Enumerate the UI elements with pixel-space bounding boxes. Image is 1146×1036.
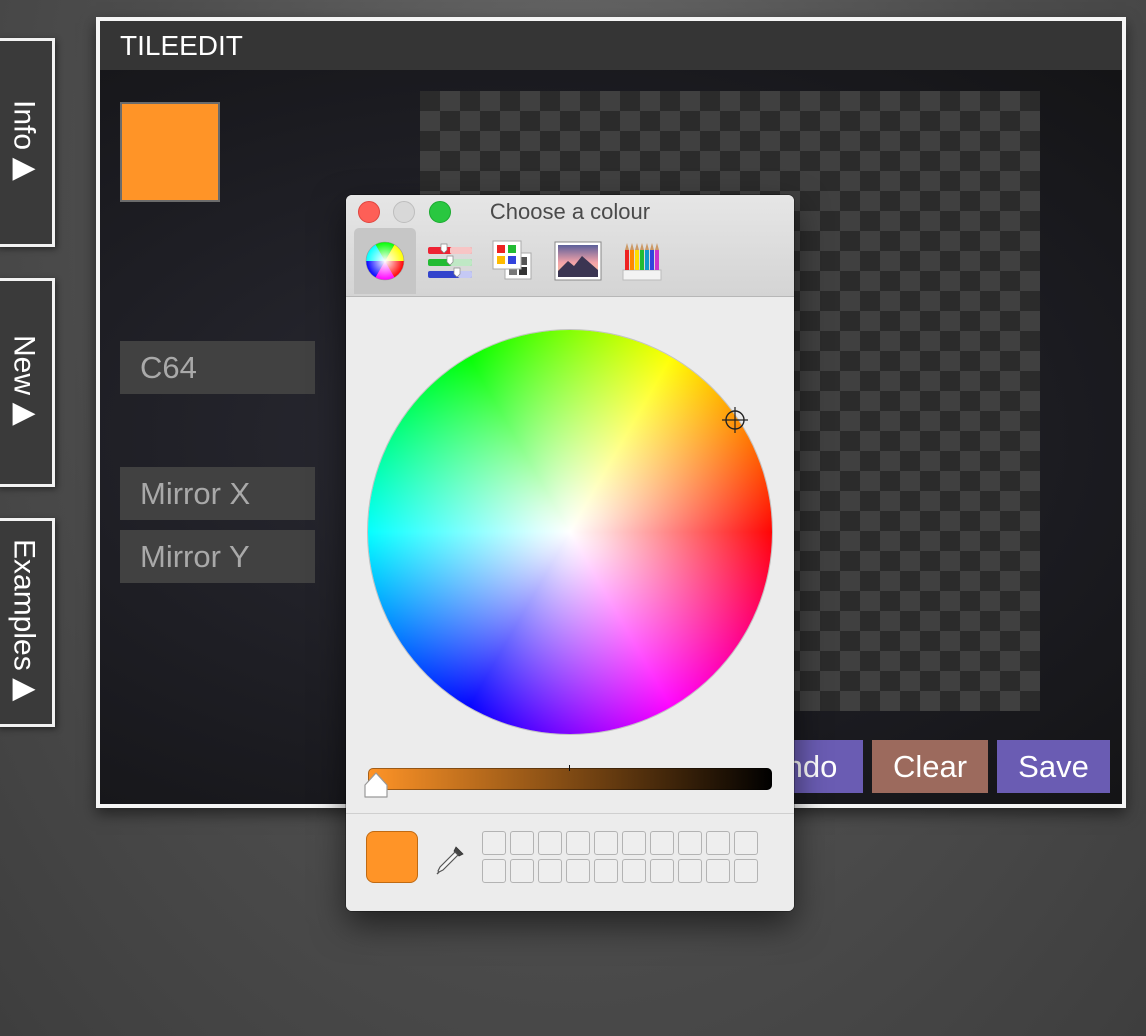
palette-button[interactable]: C64: [120, 341, 315, 394]
saved-colour-slot[interactable]: [566, 859, 590, 883]
colour-picker-dialog: Choose a colour: [346, 195, 794, 911]
colour-picker-footer: [346, 813, 794, 911]
app-title: TILEEDIT: [100, 21, 1122, 70]
tab-colour-palettes[interactable]: [482, 228, 544, 294]
saved-colour-slot[interactable]: [650, 859, 674, 883]
wheel-crosshair[interactable]: [722, 407, 748, 433]
saved-colours-grid: [482, 831, 758, 883]
saved-colour-slot[interactable]: [538, 859, 562, 883]
saved-colour-slot[interactable]: [482, 859, 506, 883]
saved-colour-slot[interactable]: [706, 859, 730, 883]
saved-colour-slot[interactable]: [482, 831, 506, 855]
colour-palettes-icon: [492, 240, 532, 280]
mirror-y-button[interactable]: Mirror Y: [120, 530, 315, 583]
side-tab-info[interactable]: Info▶: [0, 38, 55, 247]
saved-colour-slot[interactable]: [734, 859, 758, 883]
clear-button[interactable]: Clear: [872, 740, 988, 793]
eyedropper-icon[interactable]: [434, 844, 466, 876]
colour-picker-toolbar: Choose a colour: [346, 195, 794, 297]
saved-colour-slot[interactable]: [678, 859, 702, 883]
image-palettes-icon: [554, 241, 602, 281]
saved-colour-slot[interactable]: [566, 831, 590, 855]
saved-colour-slot[interactable]: [650, 831, 674, 855]
saved-colour-slot[interactable]: [594, 859, 618, 883]
slider-midpoint-tick: [569, 765, 570, 771]
side-tab-label: Examples▶: [7, 539, 41, 706]
colour-wheel[interactable]: [368, 330, 772, 734]
saved-colour-slot[interactable]: [594, 831, 618, 855]
saved-colour-slot[interactable]: [706, 831, 730, 855]
colour-wheel-icon: [365, 241, 405, 281]
saved-colour-slot[interactable]: [510, 831, 534, 855]
side-tab-label: Info▶: [7, 99, 41, 186]
side-tab-label: New▶: [7, 334, 41, 430]
side-tab-examples[interactable]: Examples▶: [0, 518, 55, 727]
saved-colour-slot[interactable]: [622, 859, 646, 883]
saved-colour-slot[interactable]: [678, 831, 702, 855]
pencils-icon: [622, 243, 662, 281]
brightness-slider-thumb[interactable]: [363, 771, 389, 799]
saved-colour-slot[interactable]: [510, 859, 534, 883]
colour-sliders-icon: [428, 243, 472, 278]
brightness-slider[interactable]: [368, 768, 772, 790]
save-button[interactable]: Save: [997, 740, 1110, 793]
selected-colour-swatch[interactable]: [366, 831, 418, 883]
mirror-x-button[interactable]: Mirror X: [120, 467, 315, 520]
tab-image-palettes[interactable]: [547, 228, 609, 294]
saved-colour-slot[interactable]: [622, 831, 646, 855]
tab-colour-sliders[interactable]: [419, 228, 481, 294]
saved-colour-slot[interactable]: [734, 831, 758, 855]
current-colour-swatch[interactable]: [120, 102, 220, 202]
side-tab-new[interactable]: New▶: [0, 278, 55, 487]
tab-pencils[interactable]: [611, 228, 673, 294]
tab-colour-wheel[interactable]: [354, 228, 416, 294]
saved-colour-slot[interactable]: [538, 831, 562, 855]
colour-picker-title: Choose a colour: [489, 199, 651, 224]
